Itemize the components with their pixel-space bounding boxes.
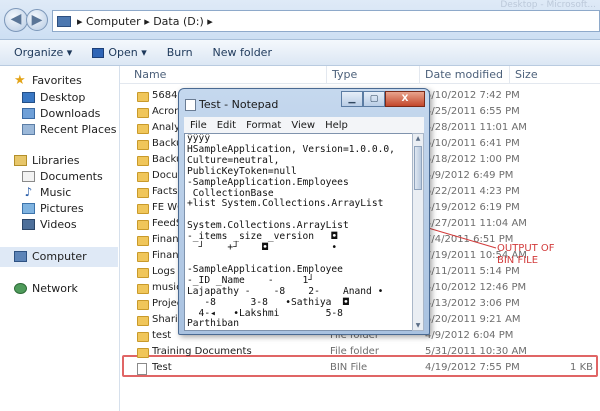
scroll-down-icon[interactable]: ▼ [414,322,422,329]
notepad-text-area[interactable]: ÿÿÿÿ HSampleApplication, Version=1.0.0.0… [184,133,413,331]
annotation-text: OUTPUT OF BIN FILE [497,243,555,266]
scroll-up-icon[interactable]: ▲ [414,135,422,142]
notepad-title: Test - Notepad [199,98,279,111]
maximize-button[interactable]: ▢ [363,91,385,107]
close-button[interactable]: X [385,91,425,107]
scrollbar-thumb[interactable] [414,146,422,190]
menu-help[interactable]: Help [325,120,348,131]
notepad-icon [185,99,196,111]
window-controls: ▁ ▢ X [341,91,425,107]
notepad-menubar: File Edit Format View Help [184,117,424,133]
menu-edit[interactable]: Edit [217,120,236,131]
menu-file[interactable]: File [190,120,207,131]
notepad-window[interactable]: Test - Notepad ▁ ▢ X File Edit Format Vi… [178,88,430,335]
menu-format[interactable]: Format [246,120,281,131]
minimize-button[interactable]: ▁ [341,91,363,107]
annotation-label: OUTPUT OF BIN FILE [497,243,555,267]
notepad-scrollbar[interactable]: ▲ ▼ [412,133,424,331]
menu-view[interactable]: View [291,120,315,131]
